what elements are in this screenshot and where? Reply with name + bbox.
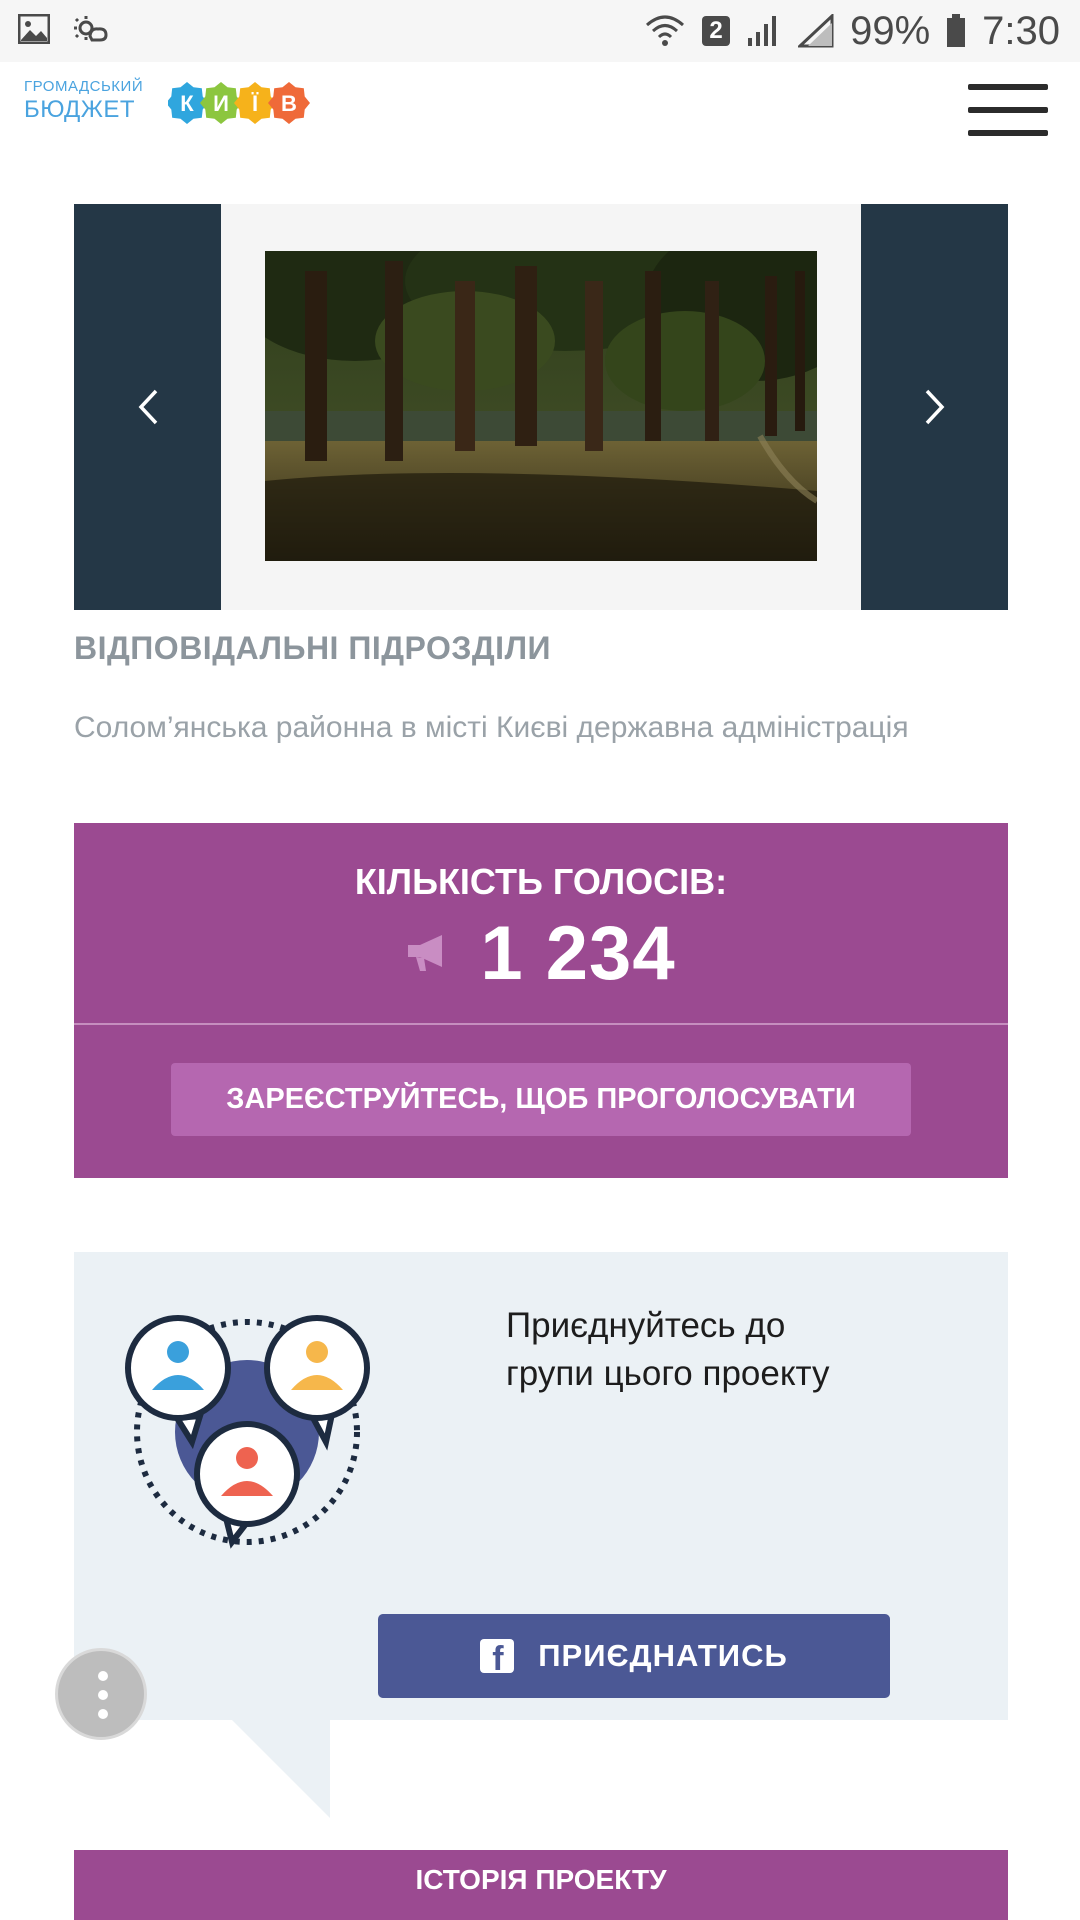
- battery-icon: [947, 14, 966, 47]
- register-to-vote-button[interactable]: ЗАРЕЄСТРУЙТЕСЬ, ЩОБ ПРОГОЛОСУВАТИ: [171, 1063, 911, 1136]
- status-bar: 2 99% 7:30: [0, 0, 1080, 62]
- votes-panel: КІЛЬКІСТЬ ГОЛОСІВ: 1 234 ЗАРЕЄСТРУЙТЕСЬ,…: [74, 823, 1008, 1178]
- site-header: ГРОМАДСЬКИЙ БЮДЖЕТ КИЇВ: [0, 62, 1080, 172]
- signal-icon: [748, 16, 777, 46]
- votes-label: КІЛЬКІСТЬ ГОЛОСІВ:: [354, 861, 728, 902]
- group-panel-tail: [232, 1720, 330, 1818]
- wifi-icon: [646, 15, 685, 46]
- votes-divider: [74, 1023, 1008, 1025]
- sim-badge: 2: [702, 16, 731, 46]
- more-vertical-icon[interactable]: [55, 1648, 147, 1740]
- app-screen: 2 99% 7:30 ГРОМАДСЬКИЙ БЮДЖЕТ КИЇВ ВІДПО…: [0, 0, 1080, 1920]
- status-right: 2 99% 7:30: [644, 6, 1060, 56]
- brand-top-text[interactable]: ГРОМАДСЬКИЙ: [24, 78, 143, 95]
- join-group-label: ПРИЄДНАТИСЬ: [538, 1638, 788, 1673]
- clock: 7:30: [982, 8, 1060, 53]
- kyiv-logo-letter: И: [213, 91, 229, 116]
- join-group-button[interactable]: f ПРИЄДНАТИСЬ: [378, 1614, 890, 1698]
- carousel-next-button[interactable]: [861, 204, 1008, 610]
- kyiv-logo-letter: В: [281, 91, 297, 116]
- project-photo: [265, 251, 817, 561]
- votes-count-row: 1 234: [74, 911, 1008, 996]
- chevron-right-icon: [925, 389, 945, 425]
- group-join-text: Приєднуйтесь до групи цього проекту: [506, 1306, 830, 1393]
- signal-icon-2: [798, 14, 834, 48]
- photo-carousel: [74, 204, 1008, 610]
- kyiv-logo-letter: Ї: [251, 91, 259, 116]
- hamburger-icon[interactable]: [968, 84, 1048, 136]
- status-left: [18, 14, 110, 44]
- departments-text: Солом’янська районна в місті Києві держа…: [74, 711, 909, 744]
- departments-title: ВІДПОВІДАЛЬНІ ПІДРОЗДІЛИ: [74, 630, 552, 666]
- chevron-left-icon: [138, 389, 158, 425]
- carousel-prev-button[interactable]: [74, 204, 221, 610]
- group-users-illustration: [125, 1315, 370, 1549]
- brand-bottom-text[interactable]: БЮДЖЕТ: [24, 96, 135, 124]
- battery-percent: 99%: [850, 8, 931, 53]
- votes-count: 1 234: [480, 910, 676, 996]
- megaphone-icon: [408, 935, 443, 971]
- kyiv-logo-letter: К: [180, 91, 194, 116]
- group-panel: Приєднуйтесь до групи цього проекту f ПР…: [74, 1252, 1008, 1720]
- gallery-icon: [18, 14, 50, 44]
- kyiv-logo[interactable]: КИЇВ: [166, 78, 310, 128]
- project-history-header[interactable]: ІСТОРІЯ ПРОЕКТУ: [74, 1850, 1008, 1920]
- weather-icon: [74, 16, 108, 42]
- facebook-icon: f: [480, 1639, 515, 1676]
